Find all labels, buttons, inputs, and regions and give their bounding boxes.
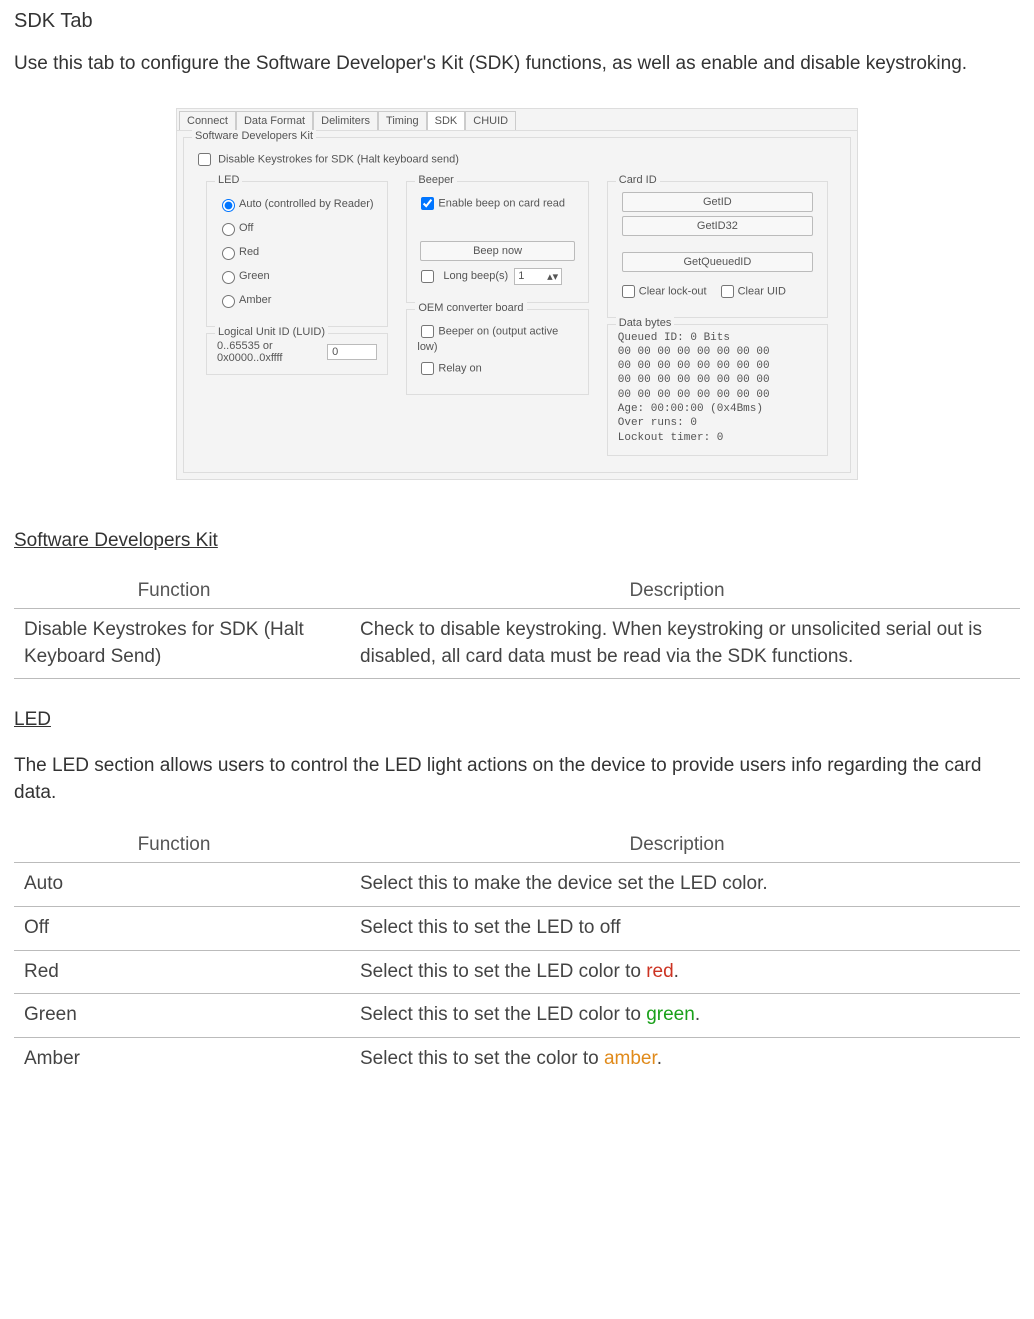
led-row-off-fn: Off	[14, 906, 334, 950]
table-row: Red Select this to set the LED color to …	[14, 950, 1020, 994]
page-intro: Use this tab to configure the Software D…	[14, 51, 1020, 78]
led-red-label: Red	[239, 246, 259, 258]
group-oem: OEM converter board Beeper on (output ac…	[406, 309, 588, 395]
group-databytes: Data bytes Queued ID: 0 Bits 00 00 00 00…	[607, 324, 828, 456]
databytes-row2: 00 00 00 00 00 00 00 00	[618, 359, 817, 373]
getid32-button[interactable]: GetID32	[622, 216, 813, 236]
led-row-red-desc: Select this to set the LED color to red.	[334, 950, 1020, 994]
group-luid-title: Logical Unit ID (LUID)	[215, 326, 328, 338]
led-auto-label: Auto (controlled by Reader)	[239, 198, 374, 210]
table-row: Disable Keystrokes for SDK (Halt Keyboar…	[14, 608, 1020, 678]
tab-timing[interactable]: Timing	[378, 111, 427, 130]
led-table-header-function: Function	[14, 828, 334, 863]
led-table-header-description: Description	[334, 828, 1020, 863]
databytes-age: Age: 00:00:00 (0x4Bms)	[618, 402, 817, 416]
led-row-red-fn: Red	[14, 950, 334, 994]
luid-input[interactable]: 0	[327, 344, 377, 360]
led-amber-radio[interactable]	[222, 295, 235, 308]
clear-lockout-label: Clear lock-out	[639, 285, 707, 297]
sdk-table: Function Description Disable Keystrokes …	[14, 574, 1020, 679]
sdk-table-header-function: Function	[14, 574, 334, 609]
sdk-row1-fn: Disable Keystrokes for SDK (Halt Keyboar…	[14, 608, 334, 678]
getqueuedid-button[interactable]: GetQueuedID	[622, 252, 813, 272]
dialog-screenshot: Connect Data Format Delimiters Timing SD…	[14, 108, 1020, 480]
long-beep-label: Long beep(s)	[443, 270, 508, 282]
group-cardid: Card ID GetID GetID32 GetQueuedID Clear …	[607, 181, 828, 318]
clear-lockout-checkbox[interactable]	[622, 285, 635, 298]
enable-beep-checkbox[interactable]	[421, 197, 434, 210]
oem-relay-checkbox[interactable]	[421, 362, 434, 375]
disable-keystrokes-checkbox[interactable]	[198, 153, 211, 166]
databytes-overruns: Over runs: 0	[618, 416, 817, 430]
table-row: Green Select this to set the LED color t…	[14, 994, 1020, 1038]
led-row-amber-desc: Select this to set the color to amber.	[334, 1037, 1020, 1080]
databytes-row4: 00 00 00 00 00 00 00 00	[618, 388, 817, 402]
led-row-green-fn: Green	[14, 994, 334, 1038]
led-section-intro: The LED section allows users to control …	[14, 753, 1020, 806]
led-section-heading: LED	[14, 709, 1020, 731]
sdk-dialog: Connect Data Format Delimiters Timing SD…	[176, 108, 858, 480]
group-databytes-title: Data bytes	[616, 317, 675, 329]
table-row: Auto Select this to make the device set …	[14, 863, 1020, 907]
led-amber-label: Amber	[239, 294, 271, 306]
led-off-radio[interactable]	[222, 223, 235, 236]
led-green-radio[interactable]	[222, 271, 235, 284]
group-oem-title: OEM converter board	[415, 302, 526, 314]
databytes-queued: Queued ID: 0 Bits	[618, 331, 817, 345]
group-beeper-title: Beeper	[415, 174, 456, 186]
group-luid: Logical Unit ID (LUID) 0..65535 or 0x000…	[206, 333, 388, 375]
enable-beep-label: Enable beep on card read	[438, 197, 565, 209]
tab-chuid[interactable]: CHUID	[465, 111, 516, 130]
led-green-label: Green	[239, 270, 270, 282]
group-led-title: LED	[215, 174, 242, 186]
led-row-green-desc: Select this to set the LED color to gree…	[334, 994, 1020, 1038]
tab-data-format[interactable]: Data Format	[236, 111, 313, 130]
table-row: Amber Select this to set the color to am…	[14, 1037, 1020, 1080]
databytes-lockout: Lockout timer: 0	[618, 431, 817, 445]
disable-keystrokes-label: Disable Keystrokes for SDK (Halt keyboar…	[218, 153, 459, 165]
led-row-auto-fn: Auto	[14, 863, 334, 907]
oem-relay-label: Relay on	[438, 362, 481, 374]
databytes-row3: 00 00 00 00 00 00 00 00	[618, 373, 817, 387]
tab-sdk[interactable]: SDK	[427, 111, 466, 130]
luid-range: 0..65535 or 0x0000..0xffff	[217, 340, 317, 364]
led-row-off-desc: Select this to set the LED to off	[334, 906, 1020, 950]
oem-beeper-checkbox[interactable]	[421, 325, 434, 338]
sdk-row1-desc: Check to disable keystroking. When keyst…	[334, 608, 1020, 678]
beep-now-button[interactable]: Beep now	[420, 241, 574, 261]
long-beep-checkbox[interactable]	[421, 270, 434, 283]
group-sdk: Software Developers Kit Disable Keystrok…	[183, 137, 851, 473]
tab-connect[interactable]: Connect	[179, 111, 236, 130]
databytes-row1: 00 00 00 00 00 00 00 00	[618, 345, 817, 359]
led-auto-radio[interactable]	[222, 199, 235, 212]
sdk-table-header-description: Description	[334, 574, 1020, 609]
long-beep-spinner[interactable]: 1▴▾	[514, 268, 562, 285]
oem-beeper-label: Beeper on (output active low)	[417, 325, 558, 353]
led-red-radio[interactable]	[222, 247, 235, 260]
tab-delimiters[interactable]: Delimiters	[313, 111, 378, 130]
group-cardid-title: Card ID	[616, 174, 660, 186]
sdk-section-heading: Software Developers Kit	[14, 530, 1020, 552]
clear-uid-checkbox[interactable]	[721, 285, 734, 298]
group-sdk-title: Software Developers Kit	[192, 130, 316, 142]
group-beeper: Beeper Enable beep on card read Beep now…	[406, 181, 588, 303]
led-table: Function Description Auto Select this to…	[14, 828, 1020, 1080]
led-off-label: Off	[239, 222, 253, 234]
group-led: LED Auto (controlled by Reader) Off Red …	[206, 181, 388, 327]
getid-button[interactable]: GetID	[622, 192, 813, 212]
led-row-amber-fn: Amber	[14, 1037, 334, 1080]
led-row-auto-desc: Select this to make the device set the L…	[334, 863, 1020, 907]
dialog-tabs: Connect Data Format Delimiters Timing SD…	[177, 109, 857, 131]
page-heading: SDK Tab	[14, 10, 1020, 33]
clear-uid-label: Clear UID	[738, 285, 786, 297]
table-row: Off Select this to set the LED to off	[14, 906, 1020, 950]
